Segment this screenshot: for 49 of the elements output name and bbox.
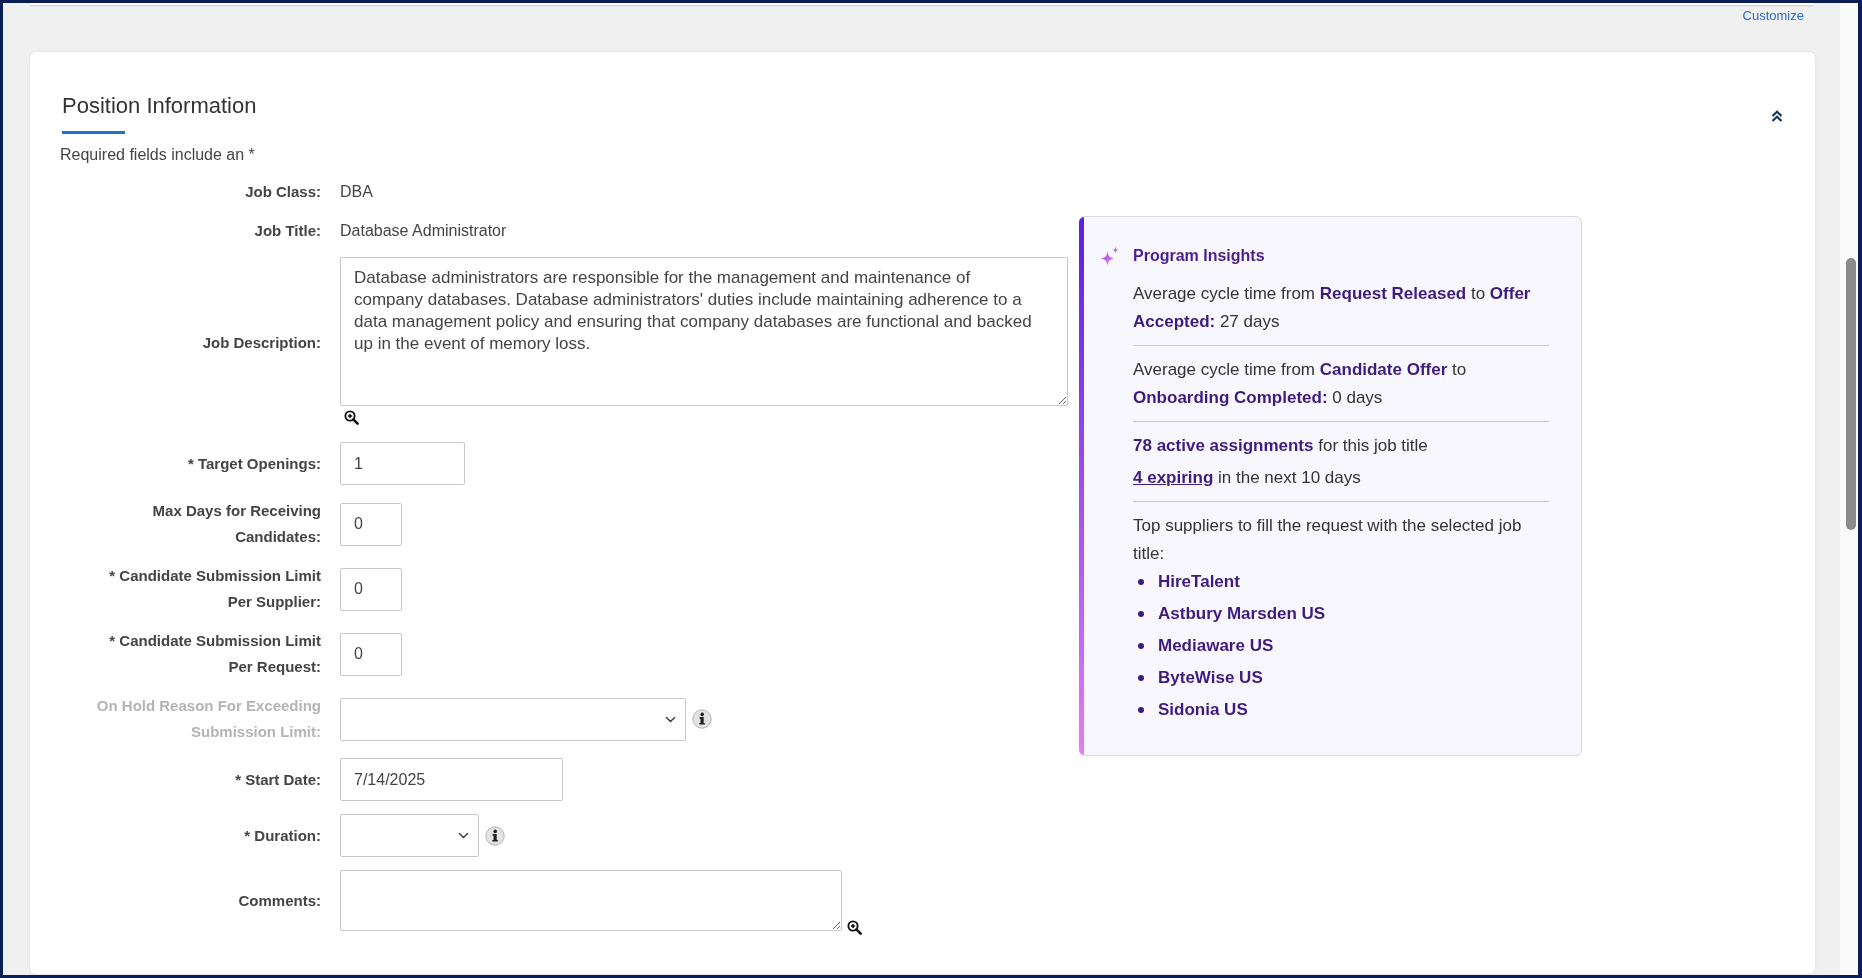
field-label: Comments: — [237, 890, 321, 911]
collapse-button[interactable] — [1771, 110, 1783, 122]
insight-text: 78 active assignments for this job title — [1133, 435, 1429, 457]
dropdown-field[interactable] — [340, 814, 479, 857]
field-label: * Duration: — [243, 825, 321, 846]
bullet-icon — [1138, 707, 1144, 713]
bullet-icon — [1138, 579, 1144, 585]
supplier-link[interactable]: Sidonia US — [1158, 696, 1248, 724]
supplier-link[interactable]: Astbury Marsden US — [1158, 600, 1326, 628]
double-chevron-up-icon — [1771, 110, 1783, 122]
field-label: * Candidate Submission Limit Per Supplier: — [108, 566, 321, 612]
zoom-in-icon[interactable] — [344, 410, 359, 425]
supplier-link[interactable]: Mediaware US — [1158, 632, 1274, 660]
bullet-icon — [1138, 675, 1144, 681]
input-field[interactable]: 0 — [340, 632, 402, 676]
insight-text: Average cycle time from Request Released to Offer Accepted: 27 days — [1133, 283, 1532, 333]
insights-title: Program Insights — [1133, 246, 1265, 266]
textarea-field[interactable] — [340, 870, 842, 931]
input-field[interactable]: 7/14/2025 — [340, 758, 563, 801]
field-label: * Start Date: — [234, 769, 321, 790]
scrollbar-thumb[interactable] — [1846, 258, 1856, 530]
textarea-field[interactable]: Database administrators are responsible for the management and maintenance of company databases. Database administrators' duties include maintaining adherence to a data management policy and ensuring that company databases are functional and backed up in the event of memory loss. — [340, 257, 1068, 406]
field-label: Max Days for Receiving Candidates: — [151, 501, 321, 547]
info-icon[interactable] — [485, 825, 505, 846]
title-underline — [62, 131, 125, 134]
supplier-link[interactable]: HireTalent — [1158, 568, 1240, 596]
supplier-link[interactable]: ByteWise US — [1158, 664, 1263, 692]
insight-text: Average cycle time from Candidate Offer to Onboarding Completed: 0 days — [1133, 359, 1468, 409]
bullet-icon — [1138, 611, 1144, 617]
field-label: Job Description: — [201, 333, 321, 353]
input-field[interactable]: 0 — [340, 502, 402, 546]
bullet-icon — [1138, 643, 1144, 649]
expiring-link[interactable]: 4 expiring — [1133, 468, 1214, 487]
field-label: * Candidate Submission Limit Per Request: — [108, 631, 321, 677]
field-label: Job Title: — [253, 221, 321, 241]
input-field[interactable]: 0 — [340, 567, 402, 611]
field-value: DBA — [340, 182, 373, 202]
input-field[interactable]: 1 — [340, 442, 465, 485]
customize-link[interactable]: Customize — [1742, 8, 1804, 24]
section-title: Position Information — [62, 92, 257, 120]
insight-text: 4 expiring in the next 10 days — [1133, 467, 1362, 489]
insight-text: Top suppliers to fill the request with the selected job title: — [1133, 515, 1523, 565]
field-label: Job Class: — [244, 182, 321, 202]
field-value: Database Administrator — [340, 221, 507, 241]
zoom-in-icon[interactable] — [847, 920, 862, 935]
field-label: * Target Openings: — [186, 453, 321, 474]
required-note: Required fields include an * — [60, 145, 256, 165]
field-label: On Hold Reason For Exceeding Submission Limit: — [95, 696, 321, 742]
sparkle-icon — [1100, 246, 1120, 266]
